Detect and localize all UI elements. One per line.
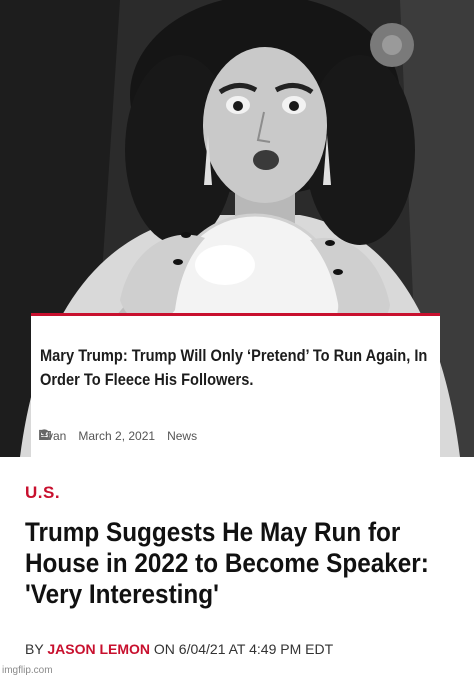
category-meta: News [39, 429, 197, 443]
card-category[interactable]: News [167, 429, 197, 443]
card-date: March 2, 2021 [78, 429, 156, 443]
folder-icon [39, 429, 51, 439]
byline-prefix: BY [25, 641, 44, 657]
article-headline[interactable]: Trump Suggests He May Run for House in 2… [25, 517, 471, 610]
date-meta: March 2, 2021 [39, 429, 156, 443]
byline-author[interactable]: JASON LEMON [47, 641, 150, 657]
card-meta: Evan March 2, 2021 News [39, 429, 209, 443]
imgflip-watermark: imgflip.com [2, 665, 53, 676]
card-headline[interactable]: Mary Trump: Trump Will Only ‘Pretend’ To… [40, 344, 436, 392]
section-label[interactable]: U.S. [25, 483, 60, 503]
byline-date: ON 6/04/21 AT 4:49 PM EDT [153, 641, 334, 657]
fortune-teller-photo: Mary Trump: Trump Will Only ‘Pretend’ To… [0, 0, 474, 457]
headline-card: Mary Trump: Trump Will Only ‘Pretend’ To… [31, 313, 440, 457]
byline: BY JASON LEMON ON 6/04/21 AT 4:49 PM EDT [25, 641, 333, 657]
